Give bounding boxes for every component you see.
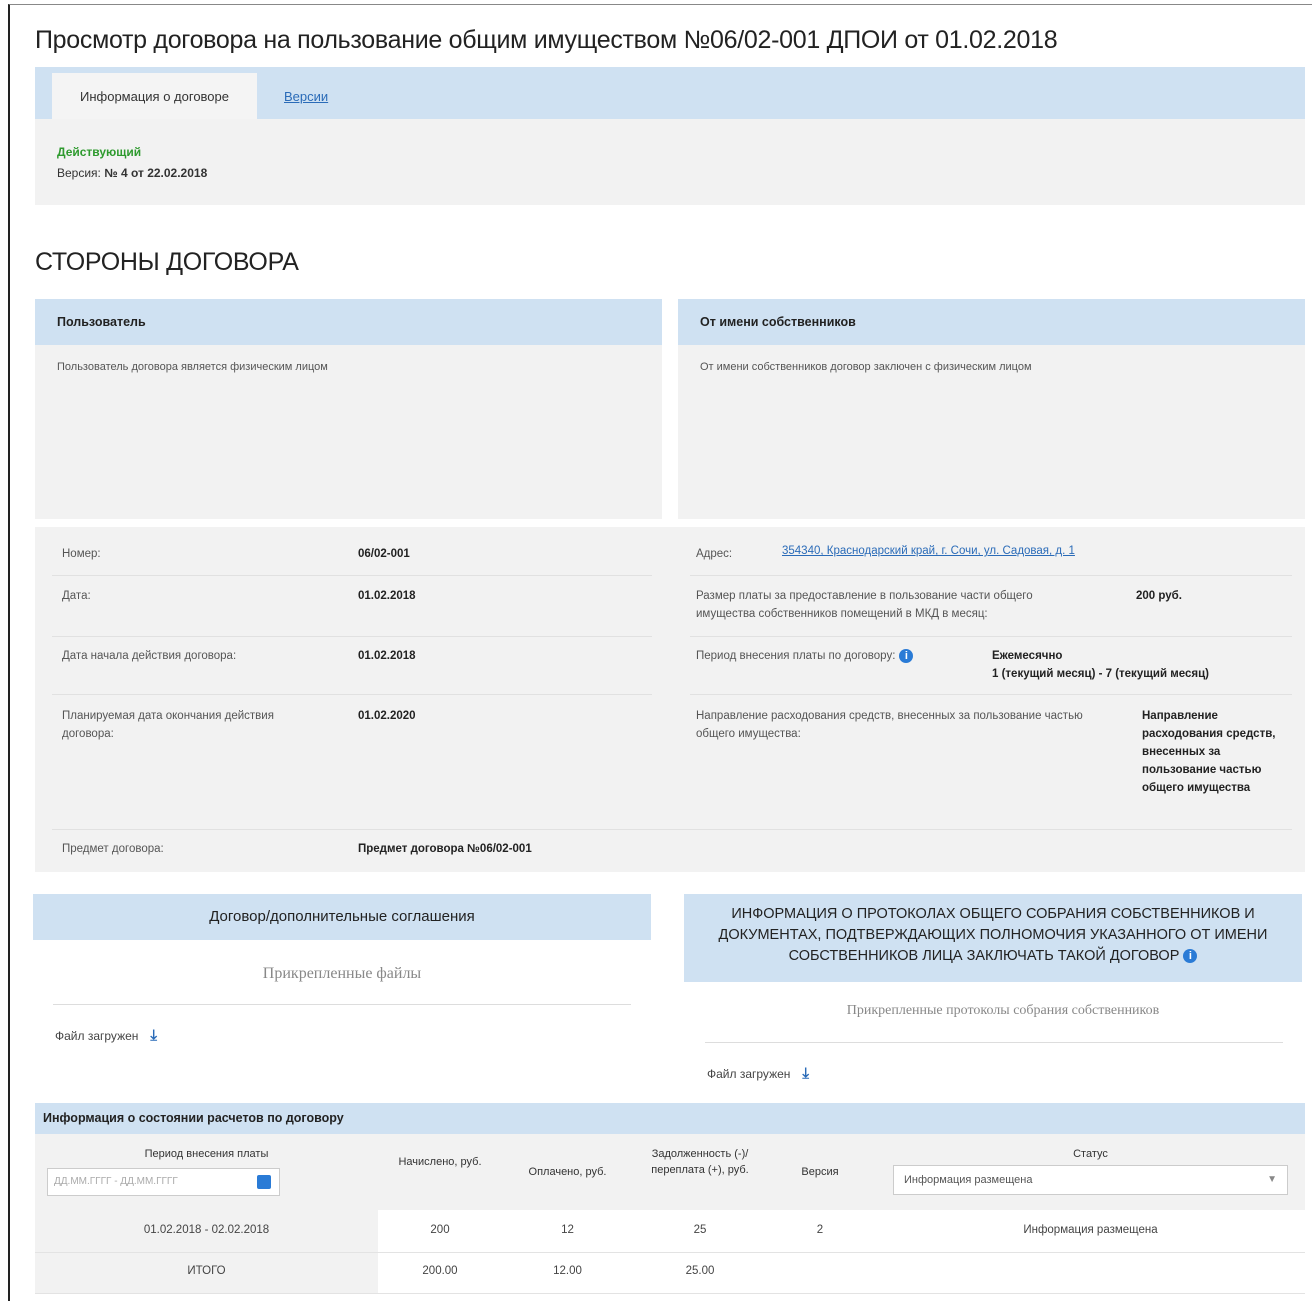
col-status: Статус [1073, 1148, 1108, 1160]
period-filter-input[interactable]: ДД.ММ.ГГГГ - ДД.ММ.ГГГГ [47, 1168, 280, 1196]
address-link[interactable]: 354340, Краснодарский край, г. Сочи, ул.… [782, 545, 1075, 557]
file-uploaded-text: Файл загружен [707, 1067, 791, 1081]
status-filter-select[interactable]: Информация размещена ▼ [893, 1165, 1288, 1195]
protocols-header: ИНФОРМАЦИЯ О ПРОТОКОЛАХ ОБЩЕГО СОБРАНИЯ … [684, 894, 1302, 982]
divider [690, 694, 1292, 695]
divider [52, 575, 652, 576]
date-label: Дата: [62, 590, 91, 602]
status-panel [35, 119, 1305, 205]
tab-versions[interactable]: Версии [284, 89, 328, 104]
divider [52, 829, 1292, 830]
owners-party-header: От имени собственников [678, 299, 1305, 345]
divider [52, 636, 652, 637]
subject-value: Предмет договора №06/02-001 [358, 843, 532, 855]
contract-file-row: Файл загружен ⤓ [55, 1027, 157, 1044]
owners-party-panel: От имени собственников От имени собствен… [678, 299, 1305, 519]
divider [690, 636, 1292, 637]
version-label: Версия: [57, 166, 101, 180]
owners-party-text: От имени собственников договор заключен … [700, 361, 1032, 373]
row-version: 2 [816, 1224, 824, 1236]
total-debt: 25.00 [685, 1265, 715, 1277]
protocol-file-row: Файл загружен ⤓ [707, 1065, 809, 1082]
period-label-text: Период внесения платы по договору: [696, 650, 896, 662]
row-status: Информация размещена [1023, 1224, 1158, 1236]
info-icon[interactable]: i [1183, 949, 1198, 964]
page-title: Просмотр договора на пользование общим и… [35, 26, 1058, 54]
parties-section-title: СТОРОНЫ ДОГОВОРА [35, 248, 299, 276]
row-period: 01.02.2018 - 02.02.2018 [143, 1224, 270, 1236]
address-label: Адрес: [696, 548, 733, 560]
divider [705, 1042, 1283, 1043]
file-download-icon[interactable]: ⤓ [150, 1027, 157, 1044]
contract-files-header: Договор/дополнительные соглашения [33, 894, 651, 940]
col-version: Версия [801, 1166, 839, 1178]
user-party-panel: Пользователь Пользователь договора являе… [35, 299, 662, 519]
col-debt: Задолженность (-)/ переплата (+), руб. [651, 1148, 749, 1176]
period-label: Период внесения платы по договору: i [696, 647, 914, 665]
file-uploaded-text: Файл загружен [55, 1029, 139, 1043]
col-accrued: Начислено, руб. [398, 1156, 482, 1168]
divider [690, 575, 1292, 576]
version-info: Версия: № 4 от 22.02.2018 [57, 166, 207, 180]
settlements-title: Информация о состоянии расчетов по догов… [35, 1103, 1305, 1134]
calendar-icon[interactable] [257, 1175, 271, 1189]
period-value-range: 1 (текущий месяц) - 7 (текущий месяц) [992, 668, 1210, 680]
attached-protocols-caption: Прикрепленные протоколы собрания собстве… [846, 1003, 1160, 1018]
start-date-label: Дата начала действия договора: [62, 650, 237, 662]
version-value: № 4 от 22.02.2018 [104, 166, 208, 180]
end-date-value: 01.02.2020 [358, 710, 416, 722]
contract-details [35, 527, 1305, 872]
user-party-header: Пользователь [35, 299, 662, 345]
table-divider [35, 1293, 1305, 1294]
direction-value: Направление расходования средств, внесен… [1142, 710, 1276, 794]
period-value-frequency: Ежемесячно [992, 650, 1063, 662]
row-accrued: 200 [430, 1224, 450, 1236]
total-accrued: 200.00 [422, 1265, 458, 1277]
info-icon[interactable]: i [899, 648, 914, 663]
subject-label: Предмет договора: [62, 843, 164, 855]
status-filter-value: Информация размещена [904, 1174, 1033, 1186]
attached-files-caption: Прикрепленные файлы [262, 965, 422, 982]
chevron-down-icon: ▼ [1267, 1174, 1277, 1185]
total-paid: 12.00 [553, 1265, 582, 1277]
status-badge: Действующий [57, 145, 142, 159]
user-party-text: Пользователь договора является физически… [57, 361, 328, 373]
start-date-value: 01.02.2018 [358, 650, 416, 662]
file-download-icon[interactable]: ⤓ [802, 1065, 809, 1082]
number-label: Номер: [62, 548, 101, 560]
row-debt: 25 [693, 1224, 707, 1236]
table-divider [35, 1252, 1305, 1253]
row-paid: 12 [561, 1224, 574, 1236]
total-label: ИТОГО [187, 1265, 226, 1277]
date-value: 01.02.2018 [358, 590, 416, 602]
direction-label: Направление расходования средств, внесен… [696, 710, 1083, 740]
divider [52, 694, 652, 695]
fee-label: Размер платы за предоставление в пользов… [696, 590, 1033, 620]
col-period: Период внесения платы [144, 1148, 269, 1160]
divider [53, 1004, 631, 1005]
col-paid: Оплачено, руб. [528, 1166, 607, 1178]
end-date-label: Планируемая дата окончания действия дого… [62, 710, 274, 740]
tab-contract-info[interactable]: Информация о договоре [52, 73, 257, 119]
period-filter-placeholder: ДД.ММ.ГГГГ - ДД.ММ.ГГГГ [54, 1176, 178, 1187]
fee-value: 200 руб. [1136, 590, 1182, 602]
number-value: 06/02-001 [358, 548, 410, 560]
